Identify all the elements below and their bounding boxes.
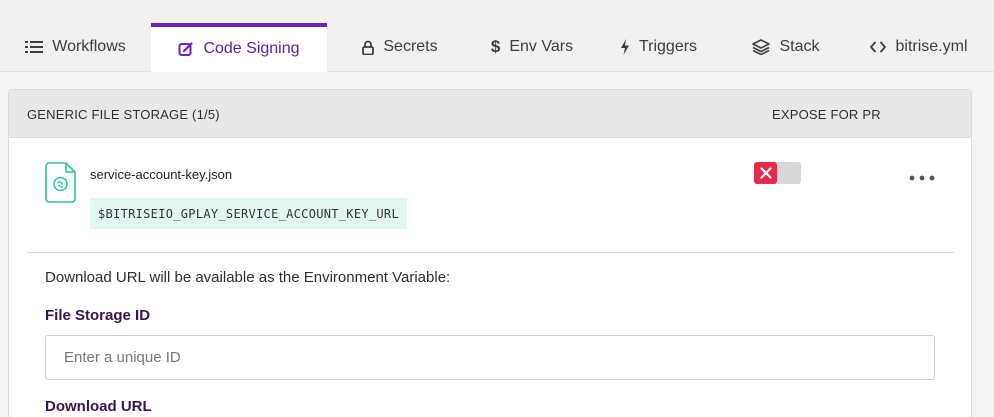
file-storage-id-label: File Storage ID — [45, 307, 151, 324]
tab-code-signing[interactable]: Code Signing — [151, 23, 327, 72]
divider — [27, 252, 954, 253]
layers-icon — [752, 39, 771, 55]
file-name: service-account-key.json — [90, 167, 233, 182]
dollar-icon: $ — [490, 37, 501, 56]
lock-icon — [362, 40, 375, 55]
tab-bitrise-yml[interactable]: bitrise.yml — [846, 23, 992, 71]
tab-env-vars[interactable]: $ Env Vars — [473, 23, 591, 71]
tab-label: Triggers — [638, 38, 698, 55]
generic-file-storage-panel: GENERIC FILE STORAGE (1/5) EXPOSE FOR PR… — [8, 89, 972, 417]
tab-workflows[interactable]: Workflows — [0, 23, 151, 71]
tab-label: bitrise.yml — [895, 38, 968, 55]
expose-for-pr-toggle[interactable] — [754, 162, 801, 184]
tab-label: Env Vars — [509, 38, 574, 55]
code-icon — [870, 41, 887, 53]
tab-stack[interactable]: Stack — [726, 23, 846, 71]
env-var-chip: $BITRISEIO_GPLAY_SERVICE_ACCOUNT_KEY_URL — [90, 198, 407, 229]
file-icon — [45, 162, 76, 208]
tab-bar: Workflows Code Signing Secrets $ Env Var… — [0, 0, 994, 72]
download-url-label: Download URL — [45, 398, 152, 415]
list-icon — [25, 40, 44, 54]
edit-icon — [178, 41, 194, 57]
tab-label: Code Signing — [203, 39, 300, 57]
help-text: Download URL will be available as the En… — [45, 269, 451, 286]
tab-label: Workflows — [52, 38, 126, 55]
tab-label: Secrets — [383, 38, 438, 55]
tab-secrets[interactable]: Secrets — [327, 23, 473, 71]
close-icon — [754, 162, 777, 184]
file-storage-id-input[interactable] — [45, 335, 935, 380]
tab-label: Stack — [779, 38, 820, 55]
panel-header: GENERIC FILE STORAGE (1/5) EXPOSE FOR PR — [9, 90, 971, 138]
panel-title: GENERIC FILE STORAGE (1/5) — [27, 107, 220, 122]
lightning-icon — [620, 39, 630, 55]
expose-for-pr-header: EXPOSE FOR PR — [772, 107, 881, 122]
more-options-icon[interactable] — [908, 169, 938, 187]
tab-triggers[interactable]: Triggers — [591, 23, 726, 71]
